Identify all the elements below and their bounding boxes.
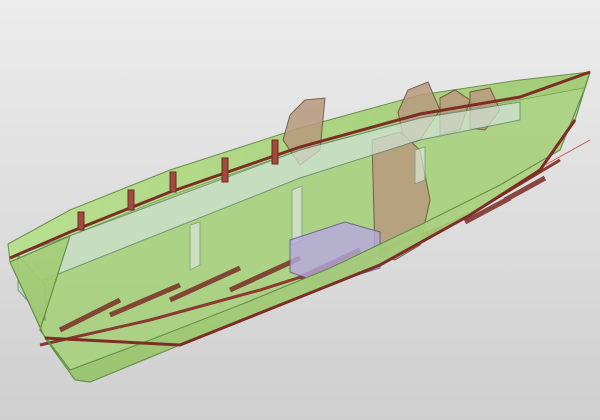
cad-viewport[interactable] <box>0 0 600 420</box>
boat-hull-model <box>0 0 600 420</box>
